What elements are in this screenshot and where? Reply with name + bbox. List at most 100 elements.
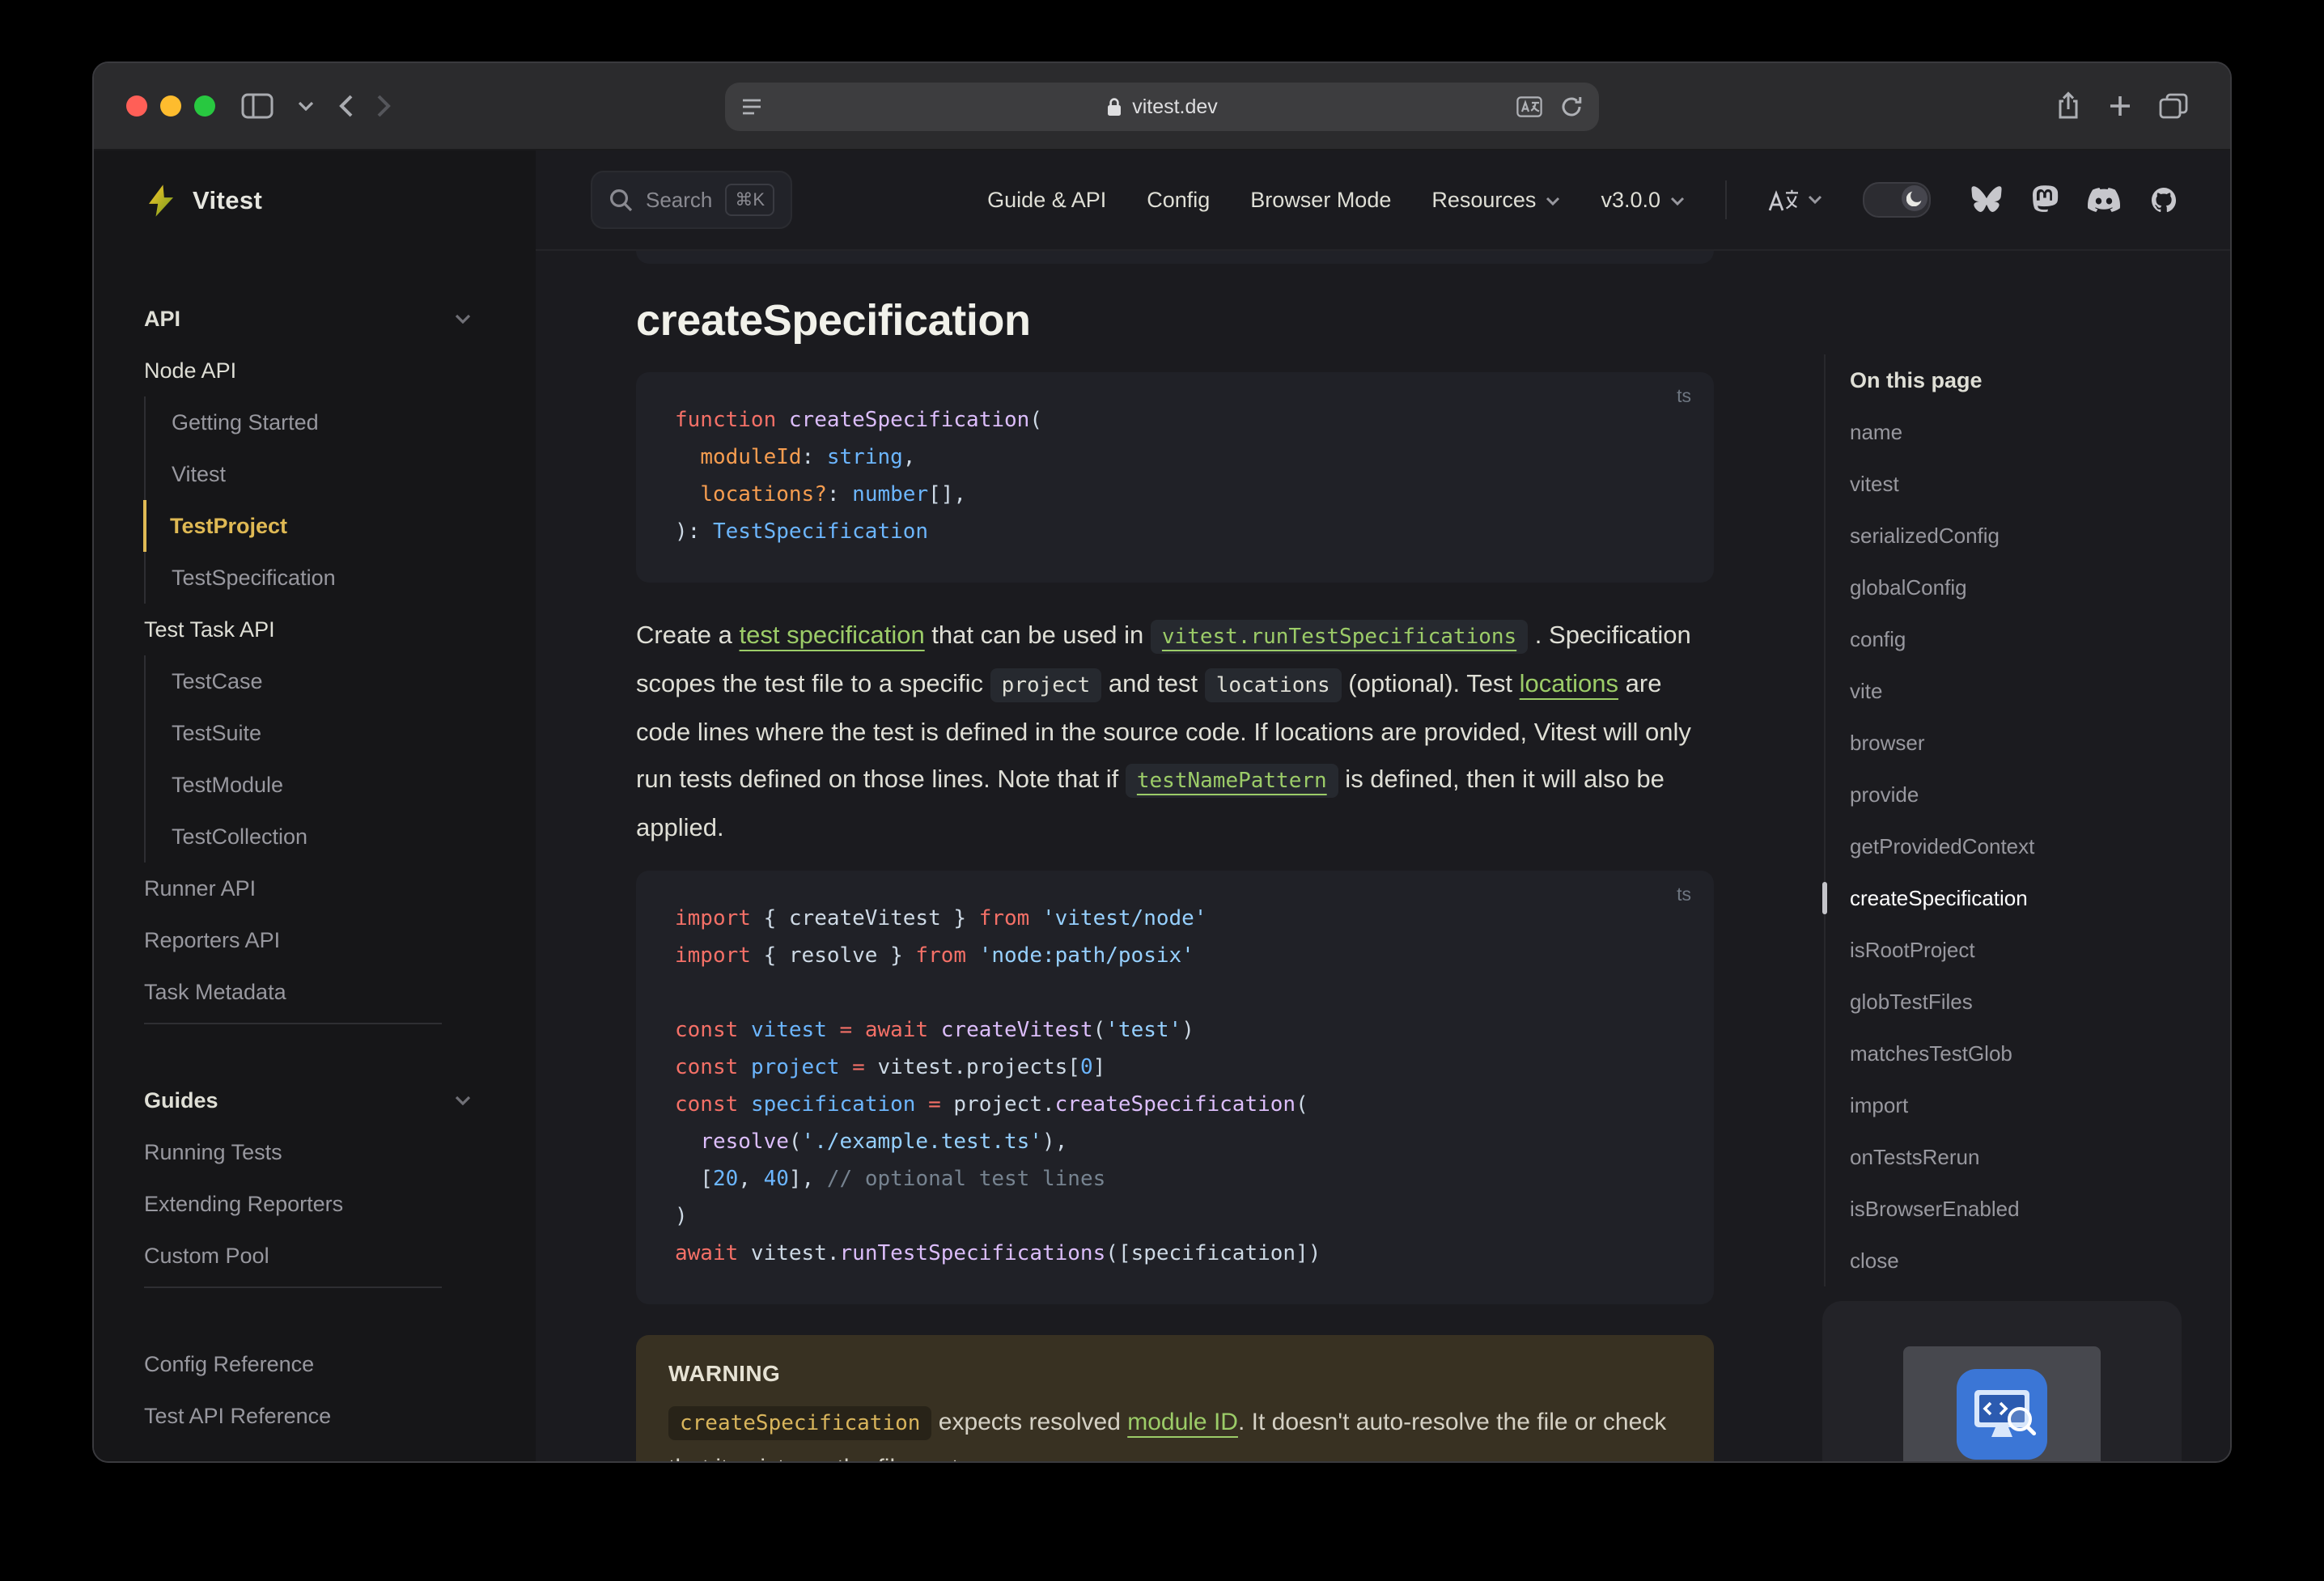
outline-item[interactable]: matchesTestGlob <box>1850 1028 2182 1079</box>
site-logo[interactable]: Vitest <box>94 150 536 251</box>
sidebar-item[interactable]: Extending Reporters <box>144 1178 490 1230</box>
moon-icon <box>1906 191 1922 206</box>
sidebar-item[interactable]: TestSuite <box>144 707 490 759</box>
nav-dropdown-version[interactable]: v3.0.0 <box>1601 188 1685 213</box>
chevron-down-icon <box>1546 197 1560 206</box>
sidebar-item[interactable]: TestSpecification <box>144 552 490 604</box>
code-body: import { createVitest } from 'vitest/nod… <box>675 906 1321 1265</box>
window-controls <box>126 95 215 117</box>
sidebar-item[interactable]: Running Tests <box>144 1126 490 1178</box>
sidebar-reference-list: Config Reference Test API Reference <box>144 1338 490 1442</box>
sidebar-item[interactable]: Vitest <box>144 448 490 500</box>
zoom-window-button[interactable] <box>194 95 215 117</box>
sidebar-menu-chevron[interactable] <box>298 101 314 111</box>
plus-icon <box>2110 96 2130 116</box>
sidebar-item[interactable]: TestCollection <box>144 811 490 863</box>
chevron-down-icon <box>298 101 314 111</box>
outline-item[interactable]: isBrowserEnabled <box>1850 1183 2182 1235</box>
vitest-logo-icon <box>148 184 174 217</box>
sidebar-section-api[interactable]: API <box>144 293 490 345</box>
sidebar-item[interactable]: Custom Pool <box>144 1230 490 1282</box>
sidebar-item[interactable]: Test API Reference <box>144 1390 490 1442</box>
chevron-down-icon <box>455 314 471 324</box>
code-block-example: ts import { createVitest } from 'vitest/… <box>636 871 1714 1304</box>
top-navbar: Search ⌘K Guide & API Config Browser Mod… <box>536 150 2230 251</box>
address-bar[interactable]: vitest.dev <box>725 83 1599 131</box>
share-icon <box>2059 91 2078 119</box>
sidebar-divider <box>144 1023 442 1024</box>
translate-icon <box>1768 189 1798 211</box>
outline-item[interactable]: name <box>1850 406 2182 458</box>
outline-item[interactable]: vite <box>1850 665 2182 717</box>
outline-item[interactable]: isRootProject <box>1850 924 2182 976</box>
outline-item[interactable]: globalConfig <box>1850 562 2182 613</box>
outline-title: On this page <box>1850 368 1983 392</box>
warning-callout: WARNING createSpecification expects reso… <box>636 1335 1714 1461</box>
back-button[interactable] <box>338 95 353 117</box>
share-button[interactable] <box>2055 91 2081 121</box>
desktop: vitest.dev Vitest API Node API Getting S… <box>0 0 2324 1581</box>
outline-item[interactable]: import <box>1850 1079 2182 1131</box>
outline-item[interactable]: config <box>1850 613 2182 665</box>
reload-button[interactable] <box>1560 95 1583 118</box>
close-window-button[interactable] <box>126 95 147 117</box>
page: Vitest API Node API Getting Started Vitest… <box>94 150 2230 1461</box>
sidebar-item[interactable]: Task Metadata <box>144 966 490 1018</box>
sidebar-item[interactable]: Node API <box>144 345 490 396</box>
sidebar-item[interactable]: Getting Started <box>144 396 490 448</box>
sidebar-icon <box>241 93 274 119</box>
sidebar-item[interactable]: Runner API <box>144 863 490 914</box>
code-body: function createSpecification( moduleId: … <box>675 408 1042 544</box>
ad-card[interactable] <box>1822 1301 2182 1461</box>
sidebar-item[interactable]: Test Task API <box>144 604 490 655</box>
outline-item[interactable]: close <box>1850 1235 2182 1286</box>
language-menu-button[interactable] <box>1767 188 1822 212</box>
new-tab-button[interactable] <box>2109 95 2131 117</box>
site-title: Vitest <box>193 186 263 214</box>
theme-toggle-knob <box>1902 185 1927 211</box>
outline-item[interactable]: vitest <box>1850 458 2182 510</box>
forward-button[interactable] <box>377 95 392 117</box>
sidebar-item[interactable]: TestModule <box>144 759 490 811</box>
sidebar-guides-list: Running Tests Extending Reporters Custom P… <box>144 1126 490 1282</box>
theme-toggle[interactable] <box>1863 182 1931 218</box>
outline-item[interactable]: globTestFiles <box>1850 976 2182 1028</box>
reader-icon <box>743 99 761 115</box>
sidebar-section-guides[interactable]: Guides <box>144 1074 490 1126</box>
outline-item[interactable]: provide <box>1850 769 2182 820</box>
mastodon-link[interactable] <box>2031 185 2059 214</box>
mastodon-icon <box>2033 185 2059 212</box>
toggle-sidebar-button[interactable] <box>241 93 274 119</box>
sidebar-item[interactable]: TestCase <box>144 655 490 707</box>
search-icon <box>610 189 633 212</box>
tab-overview-button[interactable] <box>2159 93 2188 119</box>
outline-item[interactable]: browser <box>1850 717 2182 769</box>
translate-button[interactable] <box>1516 96 1542 117</box>
nav-link-browser-mode[interactable]: Browser Mode <box>1250 188 1391 213</box>
minimize-window-button[interactable] <box>160 95 181 117</box>
sidebar-item[interactable]: Reporters API <box>144 914 490 966</box>
outline-item[interactable]: createSpecification <box>1850 872 2182 924</box>
outline-item[interactable]: onTestsRerun <box>1850 1131 2182 1183</box>
previous-section-edge <box>636 251 1714 264</box>
outline-list: name vitest serializedConfig globalConfig co… <box>1850 406 2182 1286</box>
sidebar-api-list: Node API Getting Started Vitest TestProject… <box>143 345 490 1018</box>
nav-link-guide-api[interactable]: Guide & API <box>987 188 1106 213</box>
browser-window: vitest.dev Vitest API Node API Getting S… <box>92 61 2232 1463</box>
search-button[interactable]: Search ⌘K <box>591 171 793 229</box>
sidebar-item[interactable]: Config Reference <box>144 1338 490 1390</box>
nav-dropdown-resources[interactable]: Resources <box>1431 188 1560 213</box>
discord-link[interactable] <box>2088 188 2120 212</box>
github-link[interactable] <box>2149 185 2178 214</box>
bluesky-link[interactable] <box>1971 186 2002 214</box>
sidebar-item[interactable]: TestProject <box>143 500 490 552</box>
code-block-signature: ts function createSpecification( moduleI… <box>636 372 1714 583</box>
warning-body: createSpecification expects resolved mod… <box>668 1400 1682 1461</box>
github-icon <box>2152 188 2177 213</box>
social-links <box>1971 185 2178 214</box>
browser-titlebar: vitest.dev <box>94 63 2230 150</box>
nav-link-config[interactable]: Config <box>1147 188 1210 213</box>
outline-item[interactable]: getProvidedContext <box>1850 820 2182 872</box>
warning-title: WARNING <box>668 1361 781 1386</box>
outline-item[interactable]: serializedConfig <box>1850 510 2182 562</box>
